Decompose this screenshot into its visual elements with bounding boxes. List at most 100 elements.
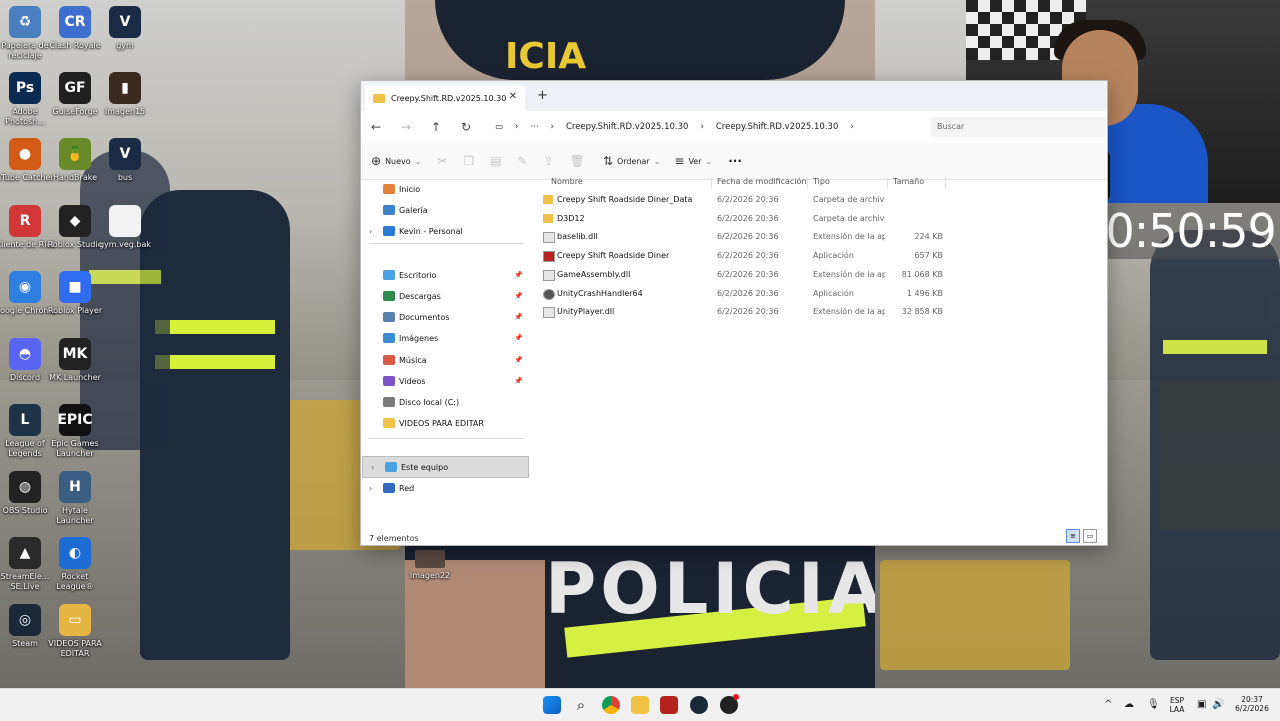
column-header-name[interactable]: Nombre: [551, 173, 583, 191]
file-row[interactable]: UnityPlayer.dll 6/2/2026 20:36 Extensión d…: [531, 303, 1107, 321]
up-arrow-icon[interactable]: ↑: [421, 120, 451, 134]
column-header-size[interactable]: Tamaño: [893, 173, 924, 191]
ellipsis-icon[interactable]: ···: [530, 122, 538, 132]
share-icon[interactable]: ⇪: [544, 154, 554, 168]
nav-item[interactable]: Inicio: [361, 179, 529, 199]
search-input[interactable]: Buscar: [931, 117, 1107, 137]
steam-icon[interactable]: [690, 696, 708, 714]
chrome-icon[interactable]: [602, 696, 620, 714]
nav-item[interactable]: Galería: [361, 200, 529, 220]
column-header-type[interactable]: Tipo: [813, 173, 830, 191]
breadcrumb-item[interactable]: Creepy.Shift.RD.v2025.10.30: [716, 122, 839, 132]
sort-button[interactable]: ⇅ Ordenar ⌄: [603, 154, 660, 168]
more-options-button[interactable]: ···: [728, 154, 742, 168]
desktop-icon-label: VIDEOS PARA EDITAR: [48, 639, 102, 658]
pin-icon[interactable]: 📌: [514, 334, 523, 342]
desktop-icon-imagen22[interactable]: Imagen22: [398, 550, 462, 581]
desktop-icon[interactable]: ▮ Imagen15: [93, 72, 157, 117]
desktop-icon[interactable]: ▭ VIDEOS PARA EDITAR: [43, 604, 107, 659]
paste-icon[interactable]: ▤: [490, 154, 501, 168]
chevron-right-icon[interactable]: ›: [369, 484, 372, 493]
monitor-icon: ▭: [495, 122, 504, 132]
file-type: Carpeta de archivos: [813, 213, 885, 223]
file-size: 657 KB: [914, 251, 943, 261]
desktop-icon[interactable]: ■ Roblox Player: [43, 271, 107, 316]
file-row[interactable]: baselib.dll 6/2/2026 20:36 Extensión de la…: [531, 228, 1107, 246]
rename-icon[interactable]: ✎: [518, 154, 528, 168]
language-indicator[interactable]: ESP LAA: [1164, 696, 1190, 714]
file-row[interactable]: GameAssembly.dll 6/2/2026 20:36 Extensión …: [531, 266, 1107, 284]
nav-item[interactable]: Disco local (C:): [361, 392, 529, 412]
system-clock[interactable]: 20:37 6/2/2026: [1230, 695, 1274, 713]
nav-item[interactable]: Música 📌: [361, 350, 529, 370]
start-icon[interactable]: [543, 696, 561, 714]
wallpaper-fence: [880, 560, 1070, 670]
explorer-tab[interactable]: Creepy.Shift.RD.v2025.10.30 ✕: [365, 85, 525, 111]
new-tab-button[interactable]: +: [537, 88, 548, 103]
chevron-right-icon[interactable]: ›: [371, 463, 374, 472]
nav-item[interactable]: Descargas 📌: [361, 286, 529, 306]
view-button-label: Ver: [688, 156, 702, 166]
search-icon[interactable]: ⌕: [572, 696, 590, 714]
tray-overflow-icon[interactable]: ^: [1104, 699, 1112, 710]
dll-file-icon: [543, 269, 555, 281]
desktop-icon[interactable]: gym.veg.bak: [93, 205, 157, 250]
breadcrumb[interactable]: ▭ › ··· › Creepy.Shift.RD.v2025.10.30 › …: [489, 122, 860, 132]
dll-file-icon: [543, 307, 555, 319]
delete-icon[interactable]: 🗑: [570, 154, 585, 168]
nav-item[interactable]: Imágenes 📌: [361, 328, 529, 348]
close-tab-icon[interactable]: ✕: [509, 91, 517, 102]
desktop-icon[interactable]: Vgym: [93, 6, 157, 51]
app-icon: ■: [59, 271, 91, 303]
tiles-view-icon[interactable]: ▭: [1083, 529, 1097, 543]
desktop-icon[interactable]: H Hytale Launcher: [43, 471, 107, 526]
desktop-icon[interactable]: Vbus: [93, 138, 157, 183]
status-bar-count: 7 elementos: [369, 534, 419, 543]
nav-item[interactable]: Escritorio 📌: [361, 265, 529, 285]
volume-icon[interactable]: 🔊: [1212, 699, 1224, 710]
forward-arrow-icon[interactable]: →: [391, 120, 421, 134]
refresh-icon[interactable]: ↻: [451, 120, 481, 134]
microphone-icon[interactable]: 🎙: [1147, 699, 1160, 710]
nav-item[interactable]: › Kevin - Personal: [361, 221, 529, 241]
pin-icon[interactable]: 📌: [514, 271, 523, 279]
pin-icon[interactable]: 📌: [514, 292, 523, 300]
desktop-icon[interactable]: EPIC Epic Games Launcher: [43, 404, 107, 459]
view-button[interactable]: ≡ Ver ⌄: [674, 154, 712, 168]
desktop-icon[interactable]: MK MK Launcher: [43, 338, 107, 383]
nav-item[interactable]: › Red: [361, 478, 529, 498]
column-divider: [711, 177, 712, 189]
desktop-icon-label: MK Launcher: [49, 373, 101, 382]
chevron-right-icon: ›: [700, 122, 704, 132]
nav-item[interactable]: › Este equipo: [362, 456, 529, 478]
chevron-right-icon: ›: [850, 122, 854, 132]
column-header-modified[interactable]: Fecha de modificación: [717, 173, 806, 191]
pin-icon[interactable]: 📌: [514, 356, 523, 364]
chevron-right-icon[interactable]: ›: [369, 227, 372, 236]
file-explorer-icon[interactable]: [631, 696, 649, 714]
pin-icon[interactable]: 📌: [514, 313, 523, 321]
details-view-icon[interactable]: ≡: [1066, 529, 1080, 543]
file-type: Extensión de la apl...: [813, 269, 885, 279]
nav-item-label: Este equipo: [401, 462, 449, 472]
pin-icon[interactable]: 📌: [514, 377, 523, 385]
nav-item[interactable]: Videos 📌: [361, 371, 529, 391]
nav-item[interactable]: VIDEOS PARA EDITAR: [361, 413, 529, 433]
desktop-icon-label: gym.veg.bak: [98, 240, 152, 249]
nav-item[interactable]: Documentos 📌: [361, 307, 529, 327]
desktop-icon[interactable]: ◐ Rocket League®: [43, 537, 107, 592]
file-type: Aplicación: [813, 288, 854, 298]
app-icon[interactable]: [660, 696, 678, 714]
file-row[interactable]: Creepy Shift Roadside Diner 6/2/2026 20:3…: [531, 247, 1107, 265]
new-button[interactable]: ⊕ Nuevo ⌄: [371, 154, 421, 168]
breadcrumb-item[interactable]: Creepy.Shift.RD.v2025.10.30: [566, 122, 689, 132]
file-row[interactable]: D3D12 6/2/2026 20:36 Carpeta de archivos: [531, 210, 1107, 228]
back-arrow-icon[interactable]: ←: [361, 120, 391, 134]
copy-icon[interactable]: ❐: [463, 154, 474, 168]
display-icon[interactable]: ▣: [1197, 699, 1206, 710]
network-icon[interactable]: ☁: [1124, 699, 1134, 710]
cut-icon[interactable]: ✂: [437, 154, 447, 168]
file-row[interactable]: Creepy Shift Roadside Diner_Data 6/2/2026…: [531, 191, 1107, 209]
file-row[interactable]: UnityCrashHandler64 6/2/2026 20:36 Aplicac…: [531, 285, 1107, 303]
nav-item-label: Inicio: [399, 184, 421, 194]
